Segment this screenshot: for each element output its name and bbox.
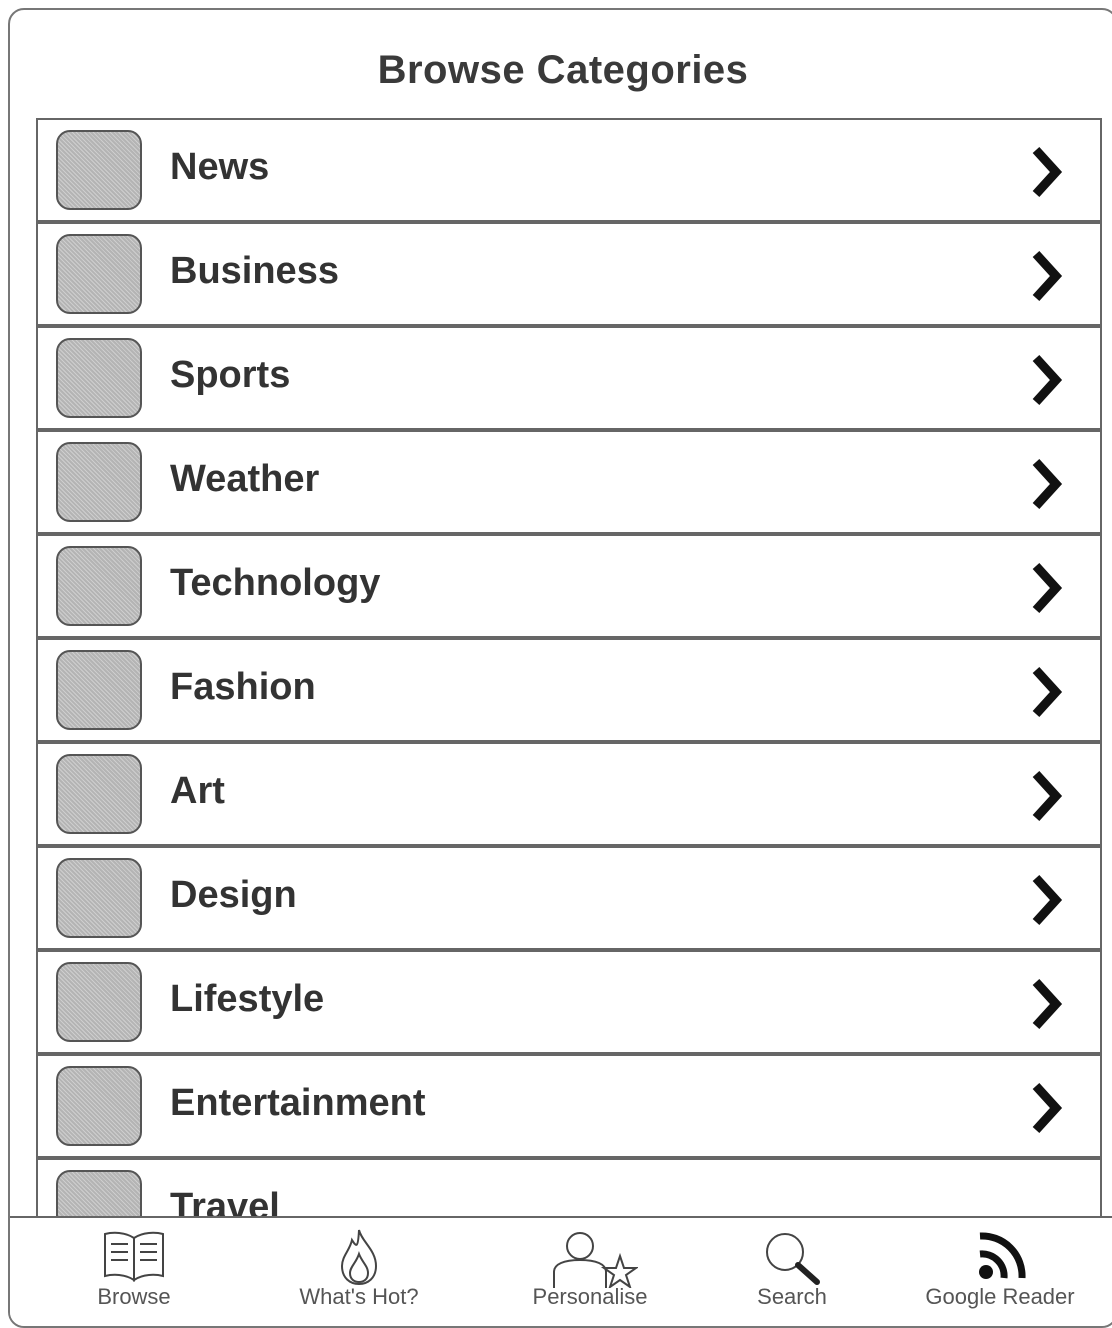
- category-label: Art: [170, 770, 225, 812]
- chevron-right-icon: [1032, 978, 1063, 1030]
- category-row-business[interactable]: Business: [36, 222, 1102, 326]
- chevron-right-icon: [1032, 354, 1063, 406]
- category-row-fashion[interactable]: Fashion: [36, 638, 1102, 742]
- book-icon: [104, 1231, 164, 1282]
- category-label: Business: [170, 250, 339, 292]
- category-row-technology[interactable]: Technology: [36, 534, 1102, 638]
- category-thumbnail-icon: [56, 650, 142, 730]
- page-title: Browse Categories: [377, 48, 749, 92]
- tab-label: Personalise: [532, 1284, 648, 1309]
- category-row-news[interactable]: News: [36, 118, 1102, 222]
- tab-label: Search: [757, 1284, 827, 1309]
- tab-label: Browse: [97, 1284, 171, 1309]
- chevron-right-icon: [1032, 250, 1063, 302]
- chevron-right-icon: [1032, 770, 1063, 822]
- category-thumbnail-icon: [56, 130, 142, 210]
- category-label: Entertainment: [170, 1082, 426, 1124]
- tab-google-reader[interactable]: Google Reader: [900, 1220, 1100, 1320]
- category-list[interactable]: News Business Sports Weather Technology …: [36, 118, 1112, 1218]
- category-row-lifestyle[interactable]: Lifestyle: [36, 950, 1102, 1054]
- category-label: Fashion: [170, 666, 316, 708]
- category-row-travel[interactable]: Travel: [36, 1158, 1102, 1218]
- person-star-icon: [553, 1232, 638, 1288]
- category-label: Technology: [170, 562, 381, 604]
- category-label: Sports: [170, 354, 291, 396]
- category-row-weather[interactable]: Weather: [36, 430, 1102, 534]
- category-label: News: [170, 146, 270, 188]
- chevron-right-icon: [1032, 562, 1063, 614]
- chevron-right-icon: [1032, 458, 1063, 510]
- tab-label: What's Hot?: [299, 1284, 419, 1309]
- category-thumbnail-icon: [56, 1066, 142, 1146]
- category-label: Weather: [170, 458, 320, 500]
- tab-personalise[interactable]: Personalise: [500, 1220, 680, 1320]
- chevron-right-icon: [1032, 1082, 1063, 1134]
- category-label: Lifestyle: [170, 978, 325, 1020]
- chevron-right-icon: [1032, 666, 1063, 718]
- chevron-right-icon: [1032, 146, 1063, 198]
- tab-bar: Browse What's Hot? Personalise Search Go…: [10, 1216, 1112, 1326]
- tab-label: Google Reader: [925, 1284, 1075, 1309]
- tab-whats-hot[interactable]: What's Hot?: [274, 1220, 444, 1320]
- category-thumbnail-icon: [56, 754, 142, 834]
- category-thumbnail-icon: [56, 546, 142, 626]
- category-thumbnail-icon: [56, 858, 142, 938]
- chevron-right-icon: [1032, 874, 1063, 926]
- tab-search[interactable]: Search: [732, 1220, 852, 1320]
- flame-icon: [340, 1229, 378, 1286]
- category-thumbnail-icon: [56, 234, 142, 314]
- search-icon: [766, 1233, 820, 1285]
- category-label: Design: [170, 874, 297, 916]
- category-row-sports[interactable]: Sports: [36, 326, 1102, 430]
- category-thumbnail-icon: [56, 338, 142, 418]
- rss-icon: [979, 1232, 1026, 1279]
- tab-browse[interactable]: Browse: [74, 1220, 194, 1320]
- category-row-design[interactable]: Design: [36, 846, 1102, 950]
- category-thumbnail-icon: [56, 1170, 142, 1218]
- app-screen: Browse Categories News Business Sports W…: [8, 8, 1112, 1328]
- category-thumbnail-icon: [56, 442, 142, 522]
- category-thumbnail-icon: [56, 962, 142, 1042]
- category-row-entertainment[interactable]: Entertainment: [36, 1054, 1102, 1158]
- category-row-art[interactable]: Art: [36, 742, 1102, 846]
- category-label: Travel: [170, 1186, 280, 1218]
